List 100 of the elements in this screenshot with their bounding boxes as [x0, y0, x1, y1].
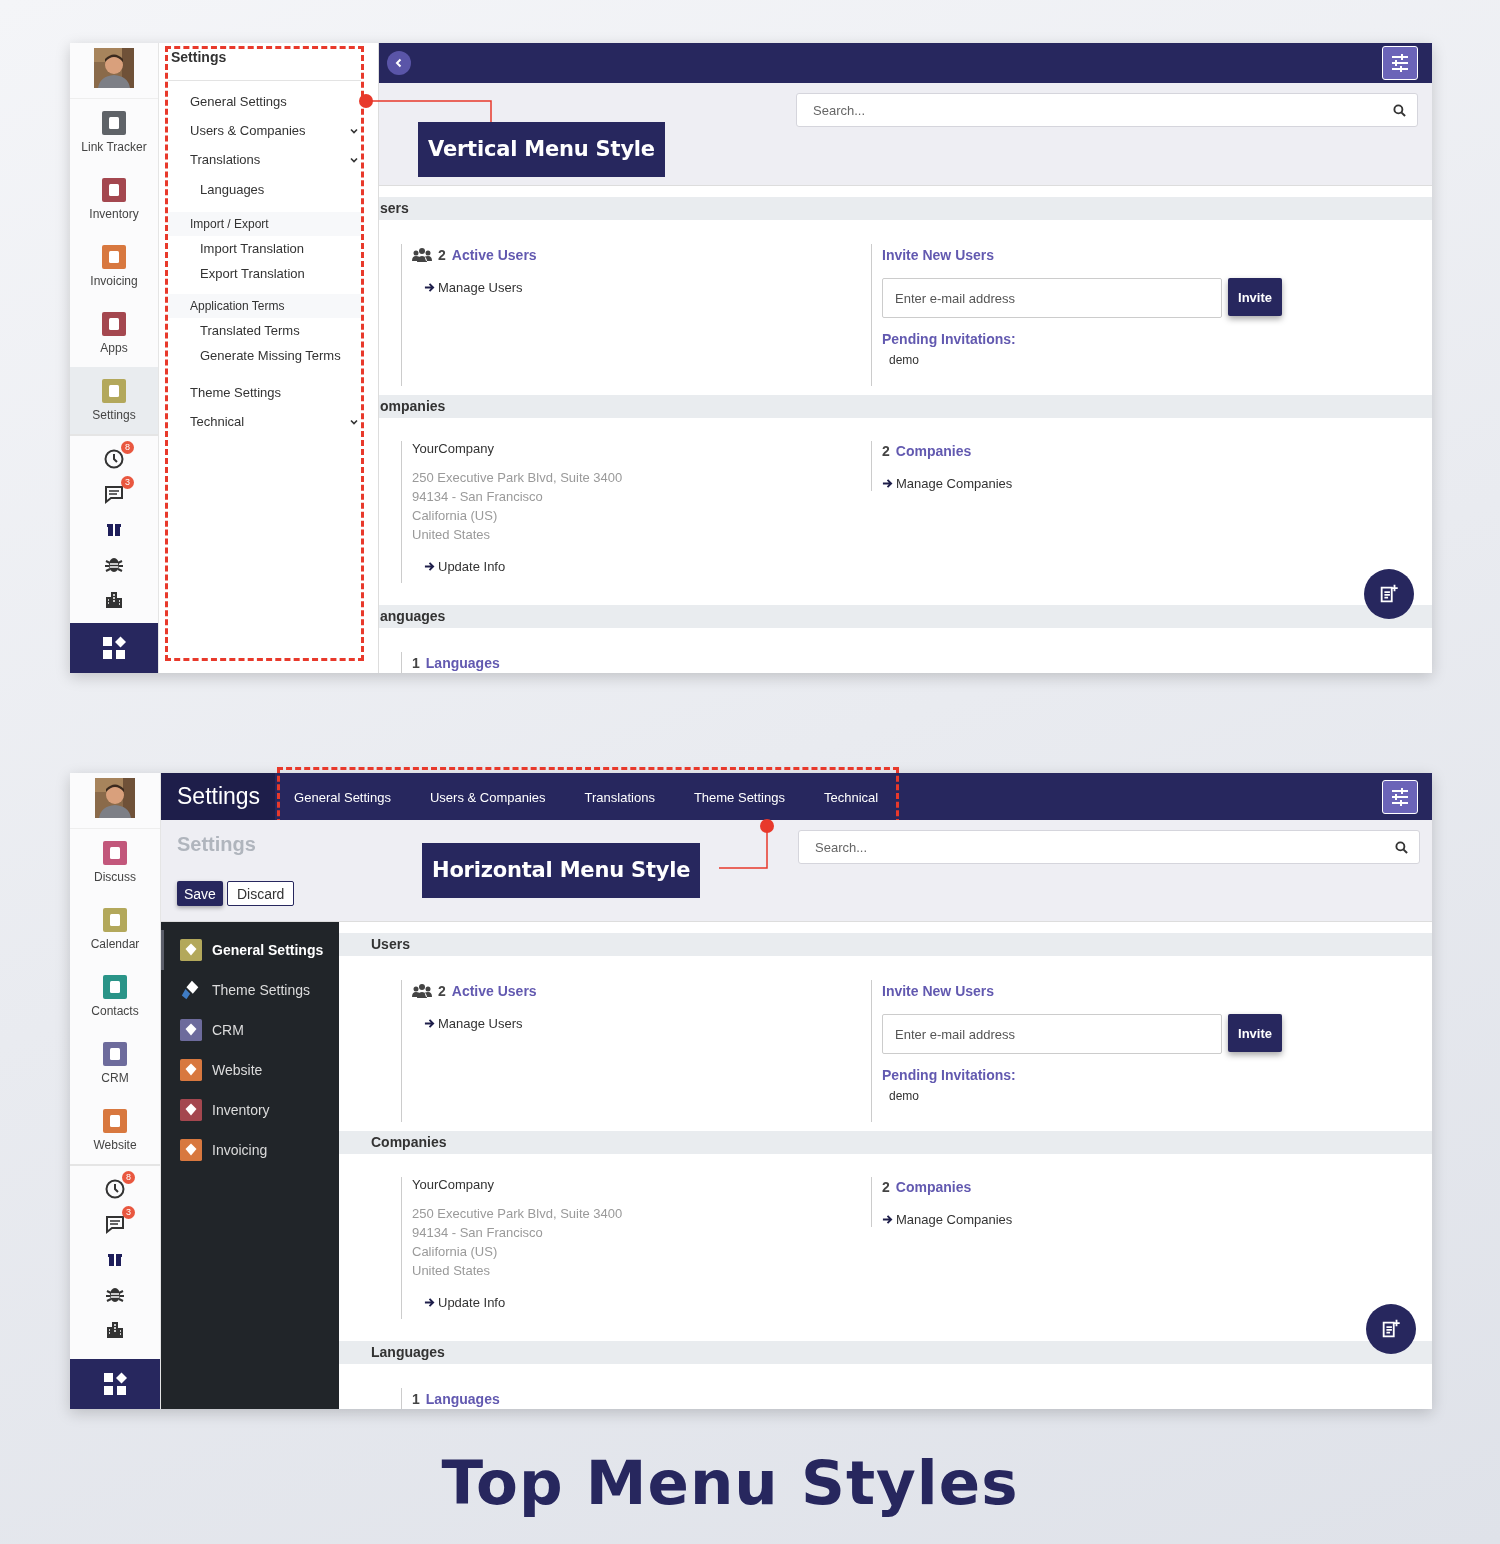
- search-icon: [1393, 104, 1406, 117]
- language-count: 1: [412, 655, 420, 671]
- invite-title: Invite New Users: [882, 982, 995, 1001]
- invite-button[interactable]: Invite: [1228, 1014, 1282, 1052]
- search-field[interactable]: Search...: [798, 830, 1420, 864]
- sliders-icon: [1390, 786, 1410, 807]
- users-icon: [412, 983, 432, 999]
- languages-link[interactable]: Languages: [425, 1391, 500, 1407]
- menu-item[interactable]: Theme Settings: [168, 378, 361, 407]
- menu-item[interactable]: Theme Settings: [693, 789, 785, 805]
- chat-icon[interactable]: [103, 483, 125, 505]
- search-icon: [1395, 841, 1408, 854]
- chat-icon[interactable]: [104, 1213, 126, 1235]
- clock-icon[interactable]: [104, 1178, 126, 1200]
- menu-item[interactable]: Technical: [823, 789, 879, 805]
- app-item[interactable]: Website: [70, 1097, 160, 1164]
- address-line: 94134 - San Francisco: [412, 488, 544, 506]
- company-count: 2: [882, 1178, 890, 1195]
- manage-users-link[interactable]: Manage Users: [412, 1016, 523, 1031]
- pending-title: Pending Invitations:: [882, 330, 1016, 349]
- app-item[interactable]: Discuss: [70, 829, 160, 896]
- apps-menu-button[interactable]: [70, 623, 158, 673]
- arrow-right-icon: [882, 478, 893, 489]
- companies-link[interactable]: Companies: [895, 1178, 972, 1195]
- add-note-button[interactable]: [1366, 1304, 1416, 1354]
- note-add-icon: [1378, 583, 1400, 605]
- menu-item[interactable]: Generate Missing Terms: [168, 343, 361, 368]
- app-item[interactable]: Settings: [70, 367, 158, 434]
- sidebar-item[interactable]: CRM: [161, 1010, 339, 1050]
- language-count: 1: [412, 1391, 420, 1407]
- update-info-link[interactable]: Update Info: [412, 559, 506, 574]
- note-add-icon: [1380, 1318, 1402, 1340]
- address-line: 250 Executive Park Blvd, Suite 3400: [412, 1205, 623, 1223]
- invite-button[interactable]: Invite: [1228, 278, 1282, 316]
- app-item[interactable]: Contacts: [70, 963, 160, 1030]
- arrow-right-icon: [424, 282, 435, 293]
- app-title: Settings: [161, 773, 276, 820]
- grid-icon: [102, 636, 126, 660]
- search-field[interactable]: Search...: [796, 93, 1418, 127]
- menu-title: Settings: [168, 49, 361, 81]
- leader-line: [718, 819, 775, 869]
- menu-item[interactable]: Users & Companies: [429, 789, 546, 805]
- sidebar-item[interactable]: Invoicing: [161, 1130, 339, 1170]
- active-users-link[interactable]: Active Users: [451, 247, 537, 263]
- app-item[interactable]: Inventory: [70, 166, 158, 233]
- arrow-right-icon: [424, 1018, 435, 1029]
- app-item[interactable]: Invoicing: [70, 233, 158, 300]
- app-item[interactable]: CRM: [70, 1030, 160, 1097]
- company-name: YourCompany: [412, 1177, 494, 1194]
- app-item[interactable]: Link Tracker: [70, 99, 158, 166]
- manage-users-link[interactable]: Manage Users: [412, 280, 523, 295]
- menu-item[interactable]: Import Translation: [168, 236, 361, 261]
- add-note-button[interactable]: [1364, 569, 1414, 619]
- user-count: 2: [438, 247, 446, 263]
- arrow-right-icon: [424, 561, 435, 572]
- menu-item[interactable]: Translations: [584, 789, 655, 805]
- menu-item[interactable]: Translated Terms: [168, 318, 361, 343]
- section-heading: sers: [379, 197, 1432, 220]
- menu-item[interactable]: Technical: [168, 407, 361, 436]
- address-line: California (US): [412, 507, 499, 525]
- arrow-right-icon: [882, 1214, 893, 1225]
- address-line: 94134 - San Francisco: [412, 1224, 544, 1242]
- app-item[interactable]: Apps: [70, 300, 158, 367]
- update-info-link[interactable]: Update Info: [412, 1295, 506, 1310]
- manage-companies-link[interactable]: Manage Companies: [882, 476, 1013, 491]
- email-field[interactable]: Enter e-mail address: [882, 1014, 1222, 1054]
- menu-item[interactable]: Users & Companies: [168, 116, 361, 145]
- address-line: United States: [412, 526, 492, 544]
- app-item[interactable]: Calendar: [70, 896, 160, 963]
- active-users-link[interactable]: Active Users: [451, 983, 537, 999]
- save-button[interactable]: Save: [177, 881, 223, 906]
- settings-button[interactable]: [1382, 779, 1418, 814]
- sidebar-item[interactable]: Website: [161, 1050, 339, 1090]
- languages-link[interactable]: Languages: [425, 655, 500, 671]
- menu-item[interactable]: General Settings: [294, 789, 391, 805]
- company-name: YourCompany: [412, 441, 494, 458]
- callout-label: Horizontal Menu Style: [422, 843, 701, 898]
- sidebar-item[interactable]: Inventory: [161, 1090, 339, 1130]
- menu-item[interactable]: Translations: [168, 145, 361, 174]
- menu-item[interactable]: Application Terms: [168, 294, 361, 318]
- clock-icon[interactable]: [103, 448, 125, 470]
- page-title: Settings: [177, 833, 257, 856]
- user-count: 2: [438, 983, 446, 999]
- pending-invitation: demo: [888, 353, 920, 367]
- email-field[interactable]: Enter e-mail address: [882, 278, 1222, 318]
- menu-item[interactable]: Import / Export: [168, 212, 361, 236]
- companies-link[interactable]: Companies: [895, 442, 972, 459]
- invite-title: Invite New Users: [882, 246, 995, 265]
- menu-item[interactable]: Export Translation: [168, 261, 361, 286]
- sidebar-item[interactable]: General Settings: [161, 930, 339, 970]
- manage-companies-link[interactable]: Manage Companies: [882, 1212, 1013, 1227]
- discard-button[interactable]: Discard: [226, 881, 295, 906]
- section-heading: Languages: [339, 1341, 1432, 1364]
- sliders-icon: [1390, 53, 1410, 73]
- apps-menu-button[interactable]: [70, 1359, 160, 1409]
- section-heading: Companies: [339, 1131, 1432, 1154]
- sidebar-item[interactable]: Theme Settings: [161, 970, 339, 1010]
- back-button[interactable]: [387, 51, 411, 75]
- menu-item[interactable]: Languages: [168, 174, 361, 204]
- menu-item[interactable]: General Settings: [168, 87, 361, 116]
